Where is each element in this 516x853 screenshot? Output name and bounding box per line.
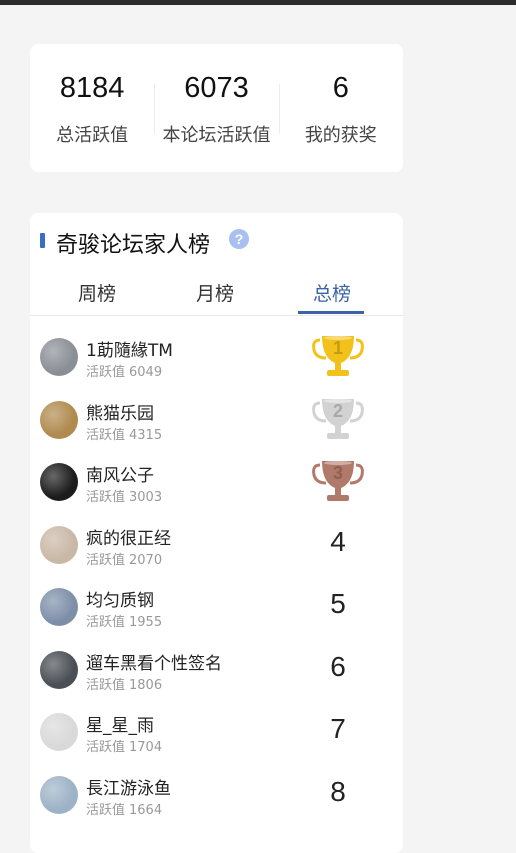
activity-score-label: 活跃值 — [86, 677, 126, 693]
list-item[interactable]: 長江游泳鱼 活跃值 1664 8 — [30, 764, 403, 824]
stat-value: 6073 — [184, 72, 249, 104]
list-item[interactable]: 遛车黑看个性签名 活跃值 1806 6 — [30, 639, 403, 699]
ranking-tabs: 周榜 月榜 总榜 — [30, 273, 403, 316]
tab-total[interactable]: 总榜 — [292, 279, 372, 306]
activity-score-label: 活跃值 — [86, 740, 126, 755]
user-name[interactable]: 均匀质钢 — [86, 586, 154, 611]
active-tab-indicator — [298, 311, 364, 314]
rank-number: 4 — [330, 525, 346, 557]
user-name[interactable]: 南风公子 — [86, 461, 154, 486]
trophy-rank-number: 2 — [332, 400, 343, 421]
activity-score-label: 活跃值 — [86, 427, 126, 443]
activity-score-label: 活跃值 — [86, 490, 126, 505]
activity-score: 活跃值 1806 — [86, 674, 162, 693]
activity-score-value: 1664 — [129, 802, 163, 818]
avatar[interactable] — [40, 463, 78, 501]
stat-value: 6 — [332, 72, 349, 104]
avatar[interactable] — [40, 588, 78, 626]
activity-score: 活跃值 6049 — [86, 361, 162, 380]
bronze-trophy-icon: 3 — [310, 457, 366, 505]
tab-monthly[interactable]: 月榜 — [175, 279, 255, 306]
avatar[interactable] — [40, 650, 78, 689]
avatar[interactable] — [40, 775, 78, 814]
list-item[interactable]: 南风公子 活跃值 3003 3 — [30, 451, 403, 511]
activity-score-label: 活跃值 — [86, 615, 126, 630]
activity-score: 活跃值 2070 — [86, 549, 162, 568]
stat-label: 总活跃值 — [56, 125, 129, 146]
user-name[interactable]: 疯的很正经 — [86, 524, 171, 549]
help-icon[interactable]: ? — [229, 229, 249, 249]
activity-score-label: 活跃值 — [86, 802, 126, 818]
user-name[interactable]: 星_星_雨 — [86, 711, 154, 736]
stats-card: 8184 总活跃值 6073 本论坛活跃值 6 我的获奖 — [30, 44, 403, 172]
rank-number: 8 — [330, 775, 346, 807]
avatar[interactable] — [40, 713, 78, 751]
activity-score-value: 1806 — [129, 677, 163, 693]
user-name[interactable]: 1莇隨緣TM — [86, 336, 173, 361]
activity-score: 活跃值 1704 — [86, 736, 162, 755]
gold-trophy-icon: 1 — [310, 332, 366, 380]
activity-score-value: 6049 — [129, 365, 163, 380]
activity-score-value: 2070 — [129, 552, 163, 568]
stat-label: 本论坛活跃值 — [162, 125, 271, 146]
rank-number: 6 — [330, 650, 346, 682]
activity-score-value: 4315 — [129, 427, 163, 443]
trophy-rank-number: 3 — [332, 463, 343, 483]
stat-total-activity[interactable]: 8184 总活跃值 — [30, 44, 154, 172]
activity-score-value: 3003 — [129, 490, 163, 505]
stat-my-awards[interactable]: 6 我的获奖 — [278, 44, 403, 172]
list-item[interactable]: 熊猫乐园 活跃值 4315 2 — [30, 389, 403, 449]
stat-value: 8184 — [59, 72, 125, 104]
avatar[interactable] — [40, 338, 78, 376]
list-item[interactable]: 均匀质钢 活跃值 1955 5 — [30, 576, 403, 636]
user-name[interactable]: 遛车黑看个性签名 — [86, 649, 222, 674]
avatar[interactable] — [40, 525, 78, 564]
stat-forum-activity[interactable]: 6073 本论坛活跃值 — [154, 44, 278, 172]
activity-score-value: 1955 — [129, 615, 163, 630]
list-item[interactable]: 1莇隨緣TM 活跃值 6049 1 — [30, 326, 403, 386]
activity-score-label: 活跃值 — [86, 365, 126, 380]
stat-label: 我的获奖 — [304, 125, 377, 146]
activity-score: 活跃值 1955 — [86, 611, 162, 630]
user-name[interactable]: 長江游泳鱼 — [86, 774, 171, 799]
activity-score: 活跃值 3003 — [86, 486, 162, 505]
list-item[interactable]: 疯的很正经 活跃值 2070 4 — [30, 514, 403, 574]
ranking-card: 奇骏论坛家人榜 ? 周榜 月榜 总榜 1莇隨緣TM 活跃值 6049 1 熊猫乐园 活跃… — [30, 213, 403, 853]
silver-trophy-icon: 2 — [310, 395, 366, 443]
rank-number: 5 — [330, 588, 346, 619]
tab-weekly[interactable]: 周榜 — [57, 279, 137, 306]
trophy-rank-number: 1 — [332, 338, 343, 358]
top-bar — [0, 0, 516, 5]
list-item[interactable]: 星_星_雨 活跃值 1704 7 — [30, 701, 403, 761]
ranking-title: 奇骏论坛家人榜 — [56, 233, 211, 258]
title-accent-bar — [40, 233, 45, 248]
activity-score: 活跃值 4315 — [86, 424, 162, 443]
activity-score-label: 活跃值 — [86, 552, 126, 568]
user-name[interactable]: 熊猫乐园 — [86, 399, 154, 424]
rank-number: 7 — [330, 713, 346, 744]
avatar[interactable] — [40, 400, 78, 439]
activity-score-value: 1704 — [129, 740, 163, 755]
activity-score: 活跃值 1664 — [86, 799, 162, 818]
